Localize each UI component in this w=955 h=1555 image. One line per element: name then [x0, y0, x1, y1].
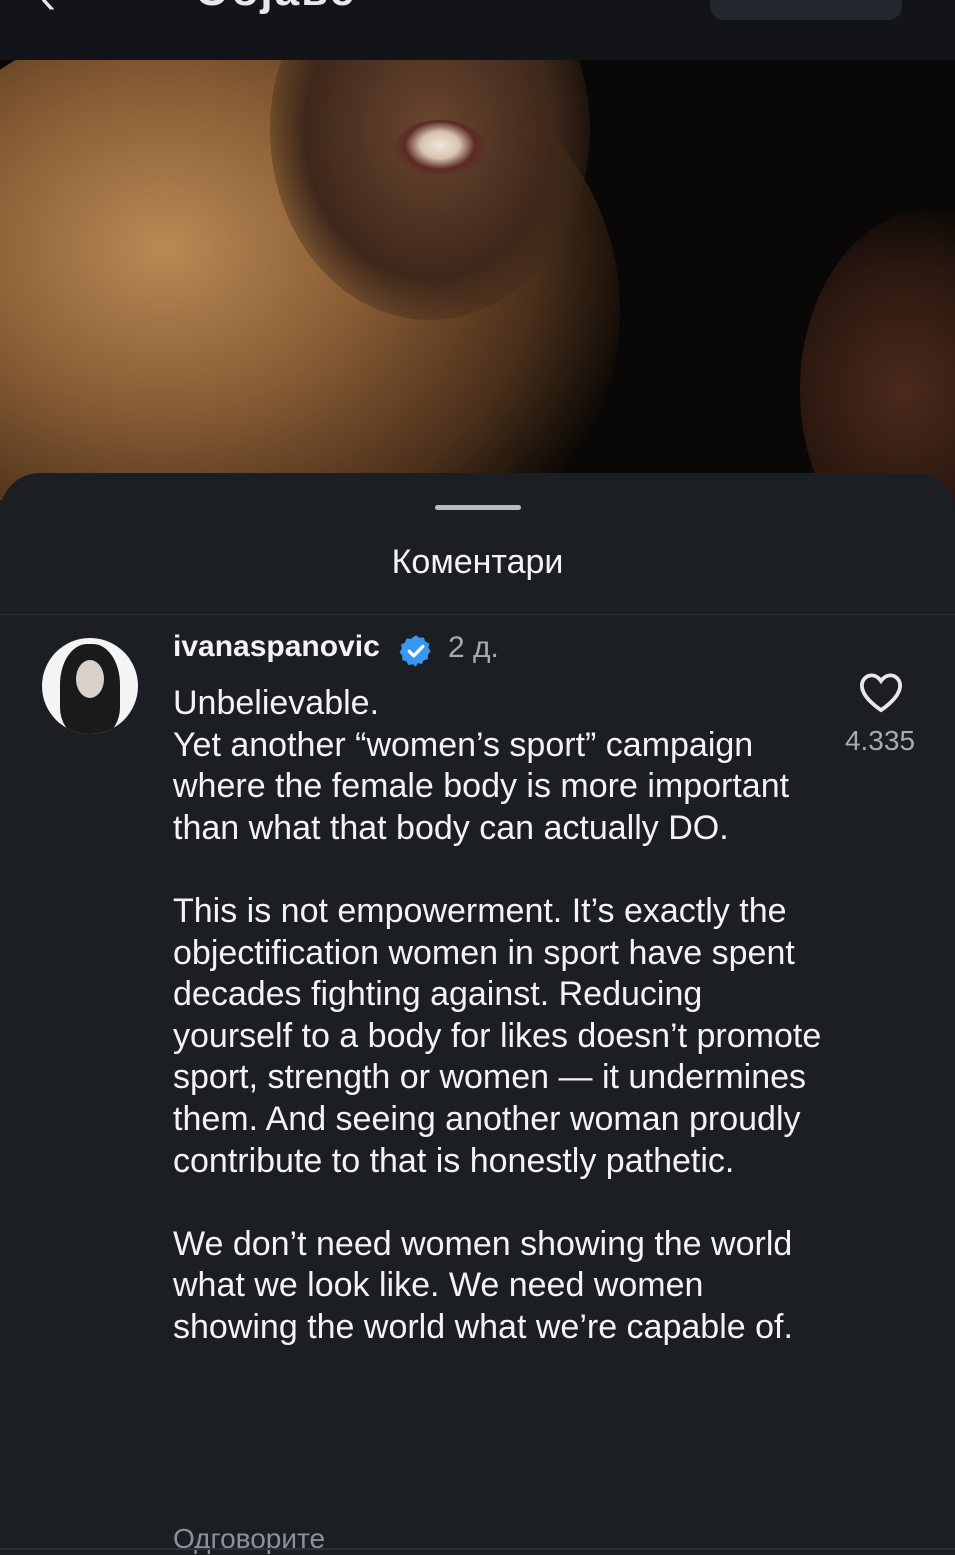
heart-icon[interactable] [858, 671, 904, 713]
comment-username[interactable]: ivanaspanovic [173, 630, 380, 664]
photo-shoulder [800, 210, 955, 500]
comment-text: Unbelievable. Yet another “women’s sport… [173, 684, 822, 1346]
divider [0, 614, 955, 615]
header-action-button[interactable] [710, 0, 902, 20]
avatar-face [76, 660, 104, 698]
like-count: 4.335 [844, 725, 916, 756]
verified-badge-icon [399, 635, 431, 667]
comment-time: 2 д. [448, 631, 499, 664]
photo-mouth [395, 120, 485, 176]
reply-button[interactable]: Одговорите [173, 1523, 325, 1555]
comments-sheet: Коментари ivanaspanovic 2 д. Unbelievabl… [0, 473, 955, 1554]
page-title: Објаве [195, 0, 356, 16]
avatar[interactable] [42, 638, 138, 734]
sheet-title: Коментари [391, 543, 564, 581]
drag-handle[interactable] [435, 505, 521, 510]
chevron-left-icon[interactable]: ‹ [40, 0, 80, 22]
post-photo [0, 60, 955, 500]
top-bar: ‹ Објаве [0, 0, 955, 60]
